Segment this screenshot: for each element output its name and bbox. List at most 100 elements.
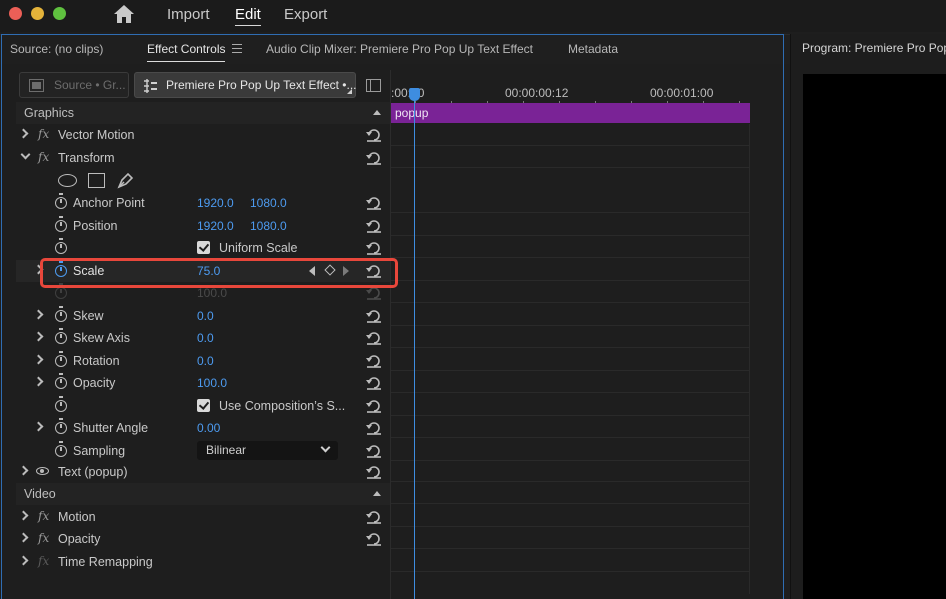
- reset-icon[interactable]: [366, 309, 382, 323]
- ellipse-mask-icon[interactable]: [58, 174, 77, 187]
- expand-chevron-icon[interactable]: [18, 532, 29, 543]
- show-timeline-toggle-icon[interactable]: [366, 79, 381, 92]
- reset-icon[interactable]: [366, 241, 382, 255]
- collapse-section-icon[interactable]: [373, 110, 381, 115]
- playhead-line[interactable]: [414, 90, 415, 599]
- stopwatch-icon[interactable]: [55, 328, 67, 344]
- menu-export[interactable]: Export: [284, 6, 327, 23]
- reset-icon[interactable]: [366, 399, 382, 413]
- stopwatch-icon[interactable]: [55, 238, 67, 254]
- stopwatch-icon[interactable]: [55, 216, 67, 232]
- stopwatch-icon[interactable]: [55, 261, 67, 277]
- rectangle-mask-icon[interactable]: [88, 173, 105, 188]
- expand-chevron-icon[interactable]: [33, 331, 44, 342]
- reset-icon[interactable]: [366, 264, 382, 278]
- layer-text-popup: Text (popup): [16, 461, 390, 483]
- program-monitor-title[interactable]: Program: Premiere Pro Pop: [802, 41, 946, 55]
- stopwatch-icon[interactable]: [55, 193, 67, 209]
- eye-icon[interactable]: [36, 467, 49, 475]
- position-x-value[interactable]: 1920.0: [197, 219, 234, 233]
- effect-name: Motion: [58, 510, 96, 524]
- effect-controls-list: Graphics fx Vector Motion fx Transform A…: [16, 102, 390, 599]
- pen-mask-icon[interactable]: [116, 172, 134, 190]
- reset-icon[interactable]: [366, 532, 382, 546]
- expand-chevron-icon[interactable]: [33, 354, 44, 365]
- anchor-x-value[interactable]: 1920.0: [197, 196, 234, 210]
- home-icon[interactable]: [113, 4, 135, 24]
- time-ruler[interactable]: :00:00 00:00:00:12 00:00:01:00: [391, 84, 751, 106]
- reset-icon[interactable]: [366, 219, 382, 233]
- stopwatch-icon[interactable]: [55, 441, 67, 457]
- position-y-value[interactable]: 1080.0: [250, 219, 287, 233]
- fx-toggle-icon[interactable]: fx: [38, 150, 49, 164]
- expand-chevron-icon[interactable]: [33, 309, 44, 320]
- skew-value[interactable]: 0.0: [197, 309, 214, 323]
- use-composition-shutter-checkbox[interactable]: [197, 399, 210, 412]
- menu-edit[interactable]: Edit: [235, 6, 261, 26]
- panel-menu-icon[interactable]: [232, 44, 242, 53]
- close-window-button[interactable]: [9, 7, 22, 20]
- reset-icon[interactable]: [366, 196, 382, 210]
- minimize-window-button[interactable]: [31, 7, 44, 20]
- expand-chevron-icon[interactable]: [18, 465, 29, 476]
- tab-audio-clip-mixer[interactable]: Audio Clip Mixer: Premiere Pro Pop Up Te…: [266, 42, 533, 56]
- rotation-value[interactable]: 0.0: [197, 354, 214, 368]
- tab-effect-controls[interactable]: Effect Controls: [147, 42, 243, 62]
- stopwatch-icon[interactable]: [55, 418, 67, 434]
- uniform-scale-checkbox[interactable]: [197, 241, 210, 254]
- shutter-angle-value[interactable]: 0.00: [197, 421, 220, 435]
- stopwatch-icon[interactable]: [55, 351, 67, 367]
- expand-chevron-icon[interactable]: [33, 376, 44, 387]
- chevron-down-icon: [320, 442, 331, 453]
- effect-transform: fx Transform: [16, 147, 390, 169]
- master-clip-selector[interactable]: Source • Gr...: [19, 72, 129, 98]
- property-name: Position: [73, 219, 118, 233]
- menu-import[interactable]: Import: [167, 6, 210, 23]
- stopwatch-icon[interactable]: [55, 306, 67, 322]
- zoom-window-button[interactable]: [53, 7, 66, 20]
- reset-icon[interactable]: [366, 128, 382, 142]
- reset-icon[interactable]: [366, 331, 382, 345]
- effect-vector-motion: fx Vector Motion: [16, 124, 390, 146]
- fx-toggle-icon[interactable]: fx: [38, 509, 49, 523]
- anchor-y-value[interactable]: 1080.0: [250, 196, 287, 210]
- timeline-clip[interactable]: popup: [391, 103, 750, 123]
- mask-tools-row: [16, 169, 390, 191]
- reset-icon[interactable]: [366, 376, 382, 390]
- reset-icon[interactable]: [366, 354, 382, 368]
- program-monitor-viewport[interactable]: [803, 74, 946, 599]
- keyframe-track-area[interactable]: [391, 124, 750, 594]
- skew-axis-value[interactable]: 0.0: [197, 331, 214, 345]
- collapse-chevron-icon[interactable]: [20, 149, 31, 160]
- previous-keyframe-icon[interactable]: [309, 266, 315, 276]
- opacity-value[interactable]: 100.0: [197, 376, 227, 390]
- tick-label: 00:00:01:00: [650, 86, 714, 100]
- playhead-handle[interactable]: [409, 88, 420, 101]
- stopwatch-icon: [55, 283, 67, 299]
- sampling-dropdown[interactable]: Bilinear: [197, 441, 338, 460]
- reset-icon[interactable]: [366, 151, 382, 165]
- sequence-clip-selector[interactable]: Premiere Pro Pop Up Text Effect •...: [134, 72, 357, 98]
- stopwatch-icon[interactable]: [55, 396, 67, 412]
- expand-chevron-icon[interactable]: [33, 421, 44, 432]
- effect-controls-source-row: Source • Gr... Premiere Pro Pop Up Text …: [16, 72, 390, 100]
- next-keyframe-icon[interactable]: [343, 266, 349, 276]
- collapse-section-icon[interactable]: [373, 491, 381, 496]
- fx-toggle-icon[interactable]: fx: [38, 531, 49, 545]
- sampling-selected-value: Bilinear: [206, 443, 247, 457]
- prop-position: Position 1920.0 1080.0: [16, 215, 390, 237]
- reset-icon[interactable]: [366, 465, 382, 479]
- tab-metadata[interactable]: Metadata: [568, 42, 618, 56]
- add-keyframe-icon[interactable]: [324, 264, 336, 276]
- reset-icon[interactable]: [366, 421, 382, 435]
- reset-icon[interactable]: [366, 444, 382, 458]
- tab-source[interactable]: Source: (no clips): [10, 42, 103, 56]
- expand-chevron-icon[interactable]: [18, 555, 29, 566]
- fx-toggle-icon[interactable]: fx: [38, 127, 49, 141]
- stopwatch-icon[interactable]: [55, 373, 67, 389]
- reset-icon[interactable]: [366, 510, 382, 524]
- expand-chevron-icon[interactable]: [33, 264, 44, 275]
- expand-chevron-icon[interactable]: [18, 510, 29, 521]
- expand-chevron-icon[interactable]: [18, 128, 29, 139]
- scale-value[interactable]: 75.0: [197, 264, 220, 278]
